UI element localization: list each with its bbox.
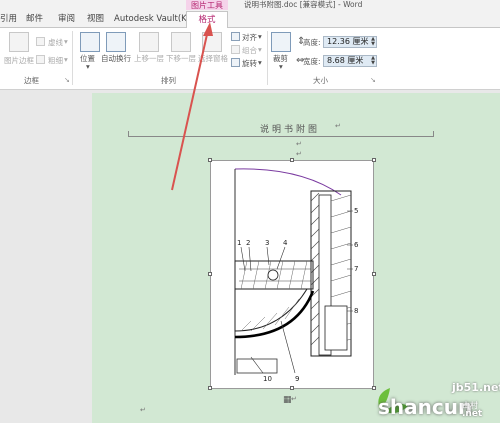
watermark-brand-net: .net (462, 409, 483, 419)
watermark-site: jb51.net (452, 381, 500, 394)
watermark-brand: shancun (378, 395, 473, 419)
annotation-arrow (171, 22, 213, 191)
